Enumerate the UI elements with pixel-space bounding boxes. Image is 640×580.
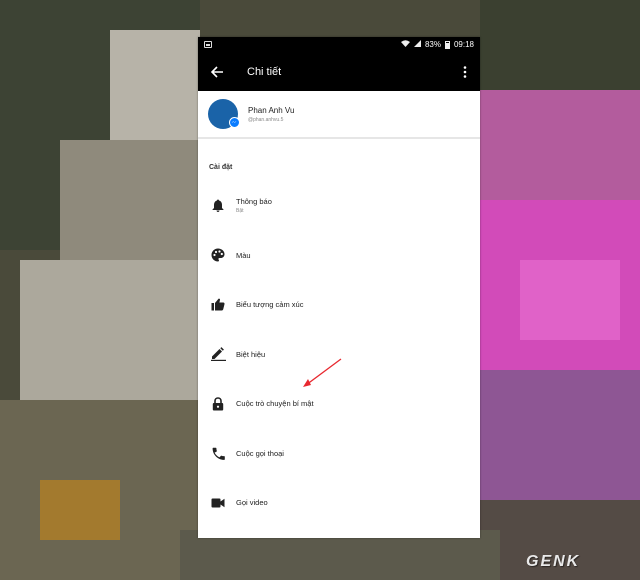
setting-label: Biệt hiệu bbox=[236, 349, 266, 359]
more-options-icon[interactable] bbox=[460, 63, 470, 81]
profile-name: Phan Anh Vu bbox=[248, 105, 295, 115]
gallery-notification-icon bbox=[204, 41, 212, 48]
back-arrow-icon[interactable] bbox=[208, 63, 226, 81]
signal-icon bbox=[413, 40, 421, 49]
page-title: Chi tiết bbox=[247, 65, 282, 78]
video-camera-icon bbox=[210, 495, 226, 511]
palette-icon bbox=[210, 247, 226, 263]
setting-label: Cuộc gọi thoại bbox=[236, 448, 284, 458]
bell-icon bbox=[210, 198, 226, 214]
pencil-icon bbox=[210, 346, 226, 362]
setting-notifications[interactable]: Thông báo Bật bbox=[198, 181, 480, 231]
status-bar: 83% 09:18 bbox=[198, 37, 480, 52]
setting-label: Biểu tượng cảm xúc bbox=[236, 300, 304, 310]
setting-status: Bật bbox=[236, 208, 244, 215]
setting-label: Màu bbox=[236, 250, 251, 260]
wifi-icon bbox=[400, 40, 410, 49]
messenger-badge-icon bbox=[229, 117, 240, 128]
setting-label: Cuộc trò chuyện bí mật bbox=[236, 399, 314, 409]
app-toolbar: Chi tiết bbox=[198, 52, 480, 91]
phone-icon bbox=[210, 445, 226, 461]
setting-video-call[interactable]: Gọi video bbox=[198, 478, 480, 528]
clock: 09:18 bbox=[453, 40, 474, 49]
battery-icon bbox=[444, 40, 450, 49]
setting-nicknames[interactable]: Biệt hiệu bbox=[198, 330, 480, 380]
setting-secret-conversation[interactable]: Cuộc trò chuyện bí mật bbox=[198, 379, 480, 429]
thumbs-up-icon bbox=[210, 297, 226, 313]
phone-screen: 83% 09:18 Chi tiết Phan Anh Vu @phan.anh… bbox=[198, 37, 480, 538]
profile-handle: @phan.anhvu.5 bbox=[248, 116, 284, 123]
profile-header[interactable]: Phan Anh Vu @phan.anhvu.5 bbox=[198, 91, 480, 139]
battery-percent: 83% bbox=[424, 40, 441, 49]
setting-voice-call[interactable]: Cuộc gọi thoại bbox=[198, 429, 480, 479]
watermark-logo: GENK bbox=[526, 553, 581, 570]
setting-label: Gọi video bbox=[236, 498, 268, 508]
setting-color[interactable]: Màu bbox=[198, 231, 480, 281]
avatar bbox=[208, 99, 240, 129]
lock-icon bbox=[210, 396, 226, 412]
setting-emoji[interactable]: Biểu tượng cảm xúc bbox=[198, 280, 480, 330]
setting-label: Thông báo bbox=[236, 197, 272, 207]
